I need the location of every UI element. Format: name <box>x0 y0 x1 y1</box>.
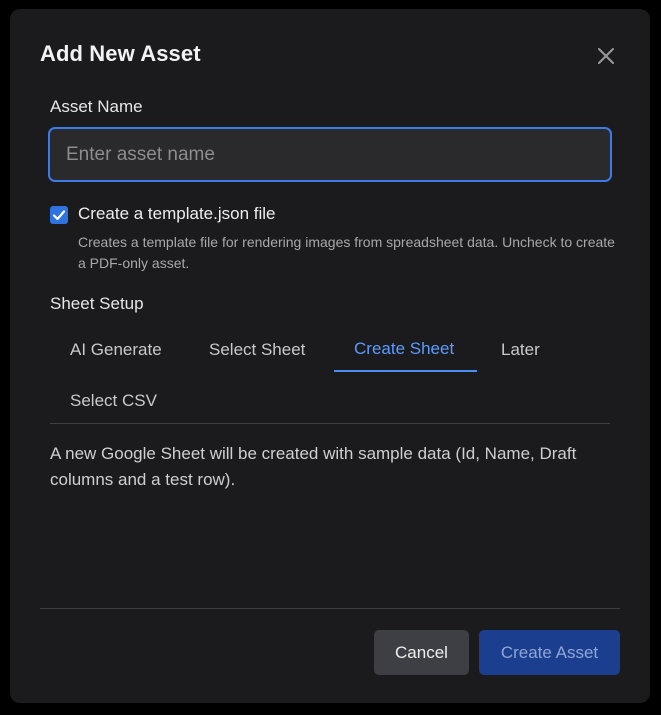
tab-later[interactable]: Later <box>481 327 560 373</box>
create-sheet-description: A new Google Sheet will be created with … <box>50 444 577 489</box>
asset-name-label: Asset Name <box>50 97 143 116</box>
tab-create-sheet[interactable]: Create Sheet <box>334 326 477 372</box>
cancel-button[interactable]: Cancel <box>374 630 469 675</box>
close-icon[interactable] <box>596 46 616 66</box>
dialog-title: Add New Asset <box>40 41 201 66</box>
tab-select-sheet[interactable]: Select Sheet <box>189 327 325 373</box>
checkmark-icon <box>52 210 66 221</box>
tab-select-csv[interactable]: Select CSV <box>50 378 177 424</box>
sheet-setup-label: Sheet Setup <box>50 294 144 313</box>
template-checkbox-label[interactable]: Create a template.json file <box>78 204 276 224</box>
add-asset-dialog: Add New Asset Asset Name Create a templa… <box>10 9 650 703</box>
template-help-text: Creates a template file for rendering im… <box>78 234 615 271</box>
tab-ai-generate[interactable]: AI Generate <box>50 327 182 373</box>
create-asset-button[interactable]: Create Asset <box>479 630 620 675</box>
footer-divider <box>40 608 620 609</box>
asset-name-input[interactable] <box>48 127 612 182</box>
tabs-divider <box>50 423 610 424</box>
template-checkbox[interactable] <box>50 206 68 224</box>
